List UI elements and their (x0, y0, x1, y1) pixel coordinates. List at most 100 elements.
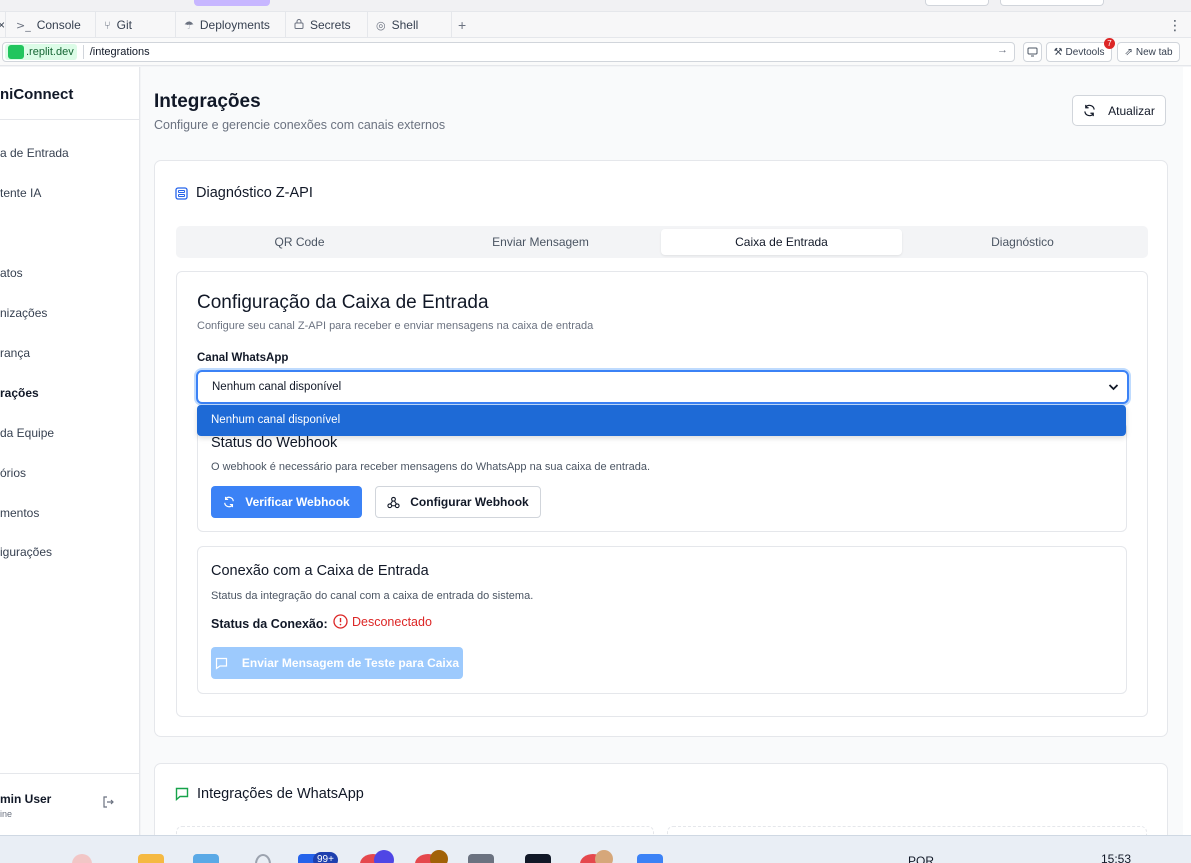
devtools-label: Devtools (1065, 46, 1105, 58)
page-title: Integrações (154, 91, 261, 112)
tab-label: Deployments (199, 18, 270, 32)
tab-diagnostics[interactable]: Diagnóstico (902, 229, 1143, 255)
sidebar-item-organizations[interactable]: nizações (0, 306, 47, 320)
tab-console[interactable]: >_ Console (8, 12, 96, 38)
configure-webhook-label: Configurar Webhook (410, 495, 529, 509)
screen-icon-button[interactable] (1023, 42, 1042, 62)
new-tab-button[interactable]: ⇗ New tab (1117, 42, 1180, 62)
os-taskbar: 99+ POR 15:53 (0, 835, 1191, 863)
page-scrollbar[interactable] (1183, 67, 1191, 835)
sidebar-item-integrations[interactable]: rações (0, 386, 39, 400)
tab-inbox[interactable]: Caixa de Entrada (661, 229, 902, 255)
inbox-connection-card: Conexão com a Caixa de Entrada Status da… (197, 546, 1127, 694)
folder-icon[interactable] (138, 854, 164, 863)
go-arrow-icon[interactable]: → (997, 44, 1008, 56)
inbox-config-title: Configuração da Caixa de Entrada (197, 292, 489, 313)
webhook-status-card: Status do Webhook O webhook é necessário… (197, 422, 1127, 532)
whatsapp-integration-item[interactable] (176, 826, 654, 835)
sidebar-divider (0, 119, 139, 120)
verify-webhook-button[interactable]: Verificar Webhook (211, 486, 362, 518)
close-tab-button[interactable]: × (0, 12, 6, 38)
whatsapp-integrations-title-text: Integrações de WhatsApp (197, 786, 364, 802)
tab-label: Secrets (310, 18, 351, 32)
shell-icon: ◎ (376, 18, 386, 32)
notification-badge: 99+ (313, 852, 338, 863)
sidebar-item-team[interactable]: da Equipe (0, 426, 54, 440)
inbox-config-card: Configuração da Caixa de Entrada Configu… (176, 271, 1148, 717)
channel-dropdown-option[interactable]: Nenhum canal disponível (197, 405, 1126, 436)
lock-icon (294, 18, 304, 32)
refresh-label: Atualizar (1108, 103, 1155, 118)
url-path[interactable]: /integrations (90, 46, 150, 58)
tab-secrets[interactable]: Secrets (286, 12, 368, 38)
active-workspace-pill[interactable] (194, 0, 270, 6)
path-divider (82, 45, 84, 59)
brand-name: niConnect (0, 86, 74, 103)
sidebar-item-reports[interactable]: órios (0, 466, 26, 480)
main-content: Integrações Configure e gerencie conexõe… (141, 67, 1191, 835)
replit-favicon-icon (8, 45, 24, 59)
terminal-app-icon[interactable] (525, 854, 551, 863)
top-strip (0, 0, 1191, 12)
search-icon[interactable] (255, 854, 271, 863)
logout-icon[interactable] (102, 796, 114, 811)
channel-select-value: Nenhum canal disponível (212, 381, 342, 393)
sidebar-item-contacts[interactable]: atos (0, 266, 23, 280)
user-status: ine (0, 809, 13, 819)
wrench-icon: ⚒ (1053, 46, 1063, 58)
zapi-diagnostics-card: Diagnóstico Z-API QR Code Enviar Mensage… (154, 160, 1168, 737)
user-name: min User (0, 792, 52, 806)
channel-select[interactable]: Nenhum canal disponível (196, 370, 1129, 404)
domain-label: .replit.dev (26, 46, 74, 58)
tab-git[interactable]: ⑂ Git (96, 12, 176, 38)
sidebar-item-settings[interactable]: igurações (0, 545, 52, 559)
tab-shell[interactable]: ◎ Shell (368, 12, 452, 38)
calendar-icon[interactable] (637, 854, 663, 863)
refresh-icon (1084, 104, 1095, 117)
profile-z-icon[interactable] (430, 850, 448, 863)
taskbar-app-icon[interactable] (468, 854, 494, 863)
address-bar: .replit.dev /integrations → ⚒ Devtools 7… (0, 38, 1191, 66)
configure-webhook-button[interactable]: Configurar Webhook (375, 486, 541, 518)
taskbar-avatar-icon[interactable] (72, 854, 92, 863)
tab-send-message[interactable]: Enviar Mensagem (420, 229, 661, 255)
sidebar-divider (0, 773, 139, 774)
chevron-down-icon (1108, 372, 1119, 402)
send-test-message-label: Enviar Mensagem de Teste para Caixa (241, 656, 460, 670)
verify-webhook-label: Verificar Webhook (245, 495, 350, 509)
whatsapp-integration-item[interactable] (667, 826, 1147, 835)
webhook-title: Status do Webhook (211, 435, 338, 451)
refresh-button[interactable]: Atualizar (1072, 95, 1166, 126)
tab-label: Console (36, 18, 81, 32)
url-field[interactable]: .replit.dev /integrations → (2, 42, 1015, 62)
more-options-icon[interactable]: ⋮ (1168, 12, 1182, 38)
clock[interactable]: 15:53 (1101, 852, 1131, 863)
connection-status-value: Desconectado (352, 614, 432, 629)
message-icon (215, 657, 227, 670)
profile-photo-icon[interactable] (595, 850, 613, 863)
alert-circle-icon (333, 614, 348, 629)
profile-m-icon[interactable] (374, 850, 394, 863)
sidebar-item-payments[interactable]: mentos (0, 506, 39, 520)
close-icon[interactable]: × (0, 18, 5, 32)
keyboard-language[interactable]: POR (908, 854, 934, 863)
message-square-icon (175, 787, 189, 801)
tab-deployments[interactable]: ☂ Deployments (176, 12, 286, 38)
taskbar-app-icon[interactable] (193, 854, 219, 863)
header-button-1[interactable] (925, 0, 989, 6)
sidebar-item-security[interactable]: rança (0, 346, 30, 360)
channel-label: Canal WhatsApp (197, 352, 289, 364)
webhook-icon (387, 496, 400, 508)
domain-chip[interactable]: .replit.dev (5, 44, 77, 60)
devtools-button[interactable]: ⚒ Devtools 7 (1046, 38, 1115, 62)
new-tab-plus-icon[interactable]: + (458, 12, 466, 38)
sidebar-item-inbox[interactable]: a de Entrada (0, 146, 69, 160)
connection-description: Status da integração do canal com a caix… (211, 590, 534, 602)
header-button-2[interactable] (1000, 0, 1104, 6)
send-test-message-button[interactable]: Enviar Mensagem de Teste para Caixa (211, 647, 463, 679)
diagnostics-title: Diagnóstico Z-API (175, 185, 313, 201)
whatsapp-integrations-title: Integrações de WhatsApp (175, 786, 364, 802)
new-tab-label: New tab (1135, 46, 1173, 58)
tab-qr-code[interactable]: QR Code (179, 229, 420, 255)
sidebar-item-ai-assistant[interactable]: tente IA (0, 186, 41, 200)
